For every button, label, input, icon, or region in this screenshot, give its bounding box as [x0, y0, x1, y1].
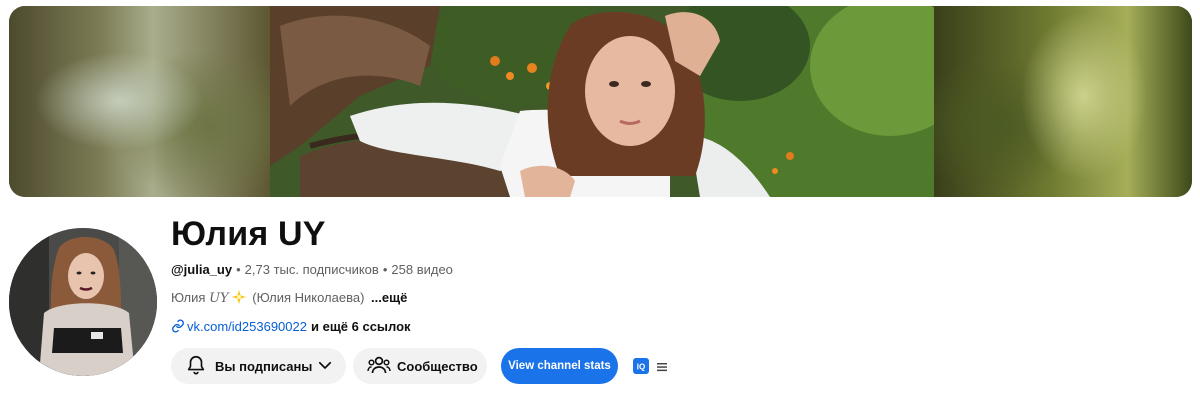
channel-avatar[interactable]	[9, 228, 157, 376]
banner-blur-left	[9, 6, 271, 197]
people-icon	[367, 354, 391, 379]
view-channel-stats-button[interactable]: View channel stats	[501, 348, 618, 384]
subscribed-button[interactable]: Вы подписаны	[171, 348, 346, 384]
description-suffix: (Юлия Николаева)	[252, 290, 365, 305]
description-prefix: Юлия	[171, 290, 206, 305]
banner-photo-art	[270, 6, 936, 197]
banner-blur-right	[934, 6, 1192, 197]
meta-separator: •	[236, 262, 241, 277]
bell-icon	[185, 354, 207, 379]
meta-separator: •	[382, 262, 388, 277]
link-icon	[171, 319, 185, 338]
banner-photo	[270, 6, 936, 197]
channel-banner	[9, 6, 1192, 197]
subscriber-count: 2,73 тыс. подписчиков	[244, 262, 379, 277]
menu-icon[interactable]	[656, 360, 668, 372]
chevron-down-icon	[316, 356, 334, 377]
svg-text:IQ: IQ	[637, 363, 645, 372]
video-count: 258 видео	[391, 262, 453, 277]
description-more-link[interactable]: ...ещё	[371, 290, 407, 305]
more-links[interactable]: и ещё 6 ссылок	[311, 319, 411, 334]
channel-meta: @julia_uy • 2,73 тыс. подписчиков • 258 виде…	[171, 261, 453, 279]
extension-icon[interactable]: IQ	[633, 358, 649, 374]
avatar-art	[9, 228, 157, 376]
channel-handle: @julia_uy	[171, 262, 233, 277]
sparkle-icon	[231, 289, 247, 310]
community-label: Сообщество	[397, 358, 478, 374]
community-button[interactable]: Сообщество	[353, 348, 487, 384]
vk-link[interactable]: vk.com/id253690022	[187, 319, 307, 334]
subscribed-label: Вы подписаны	[215, 358, 313, 374]
description-script: UY	[209, 291, 229, 306]
channel-name: Юлия UY	[171, 215, 326, 253]
channel-links: vk.com/id253690022 и ещё 6 ссылок	[171, 318, 411, 338]
channel-description[interactable]: Юлия UY (Юлия Николаева) ...ещё	[171, 289, 407, 310]
